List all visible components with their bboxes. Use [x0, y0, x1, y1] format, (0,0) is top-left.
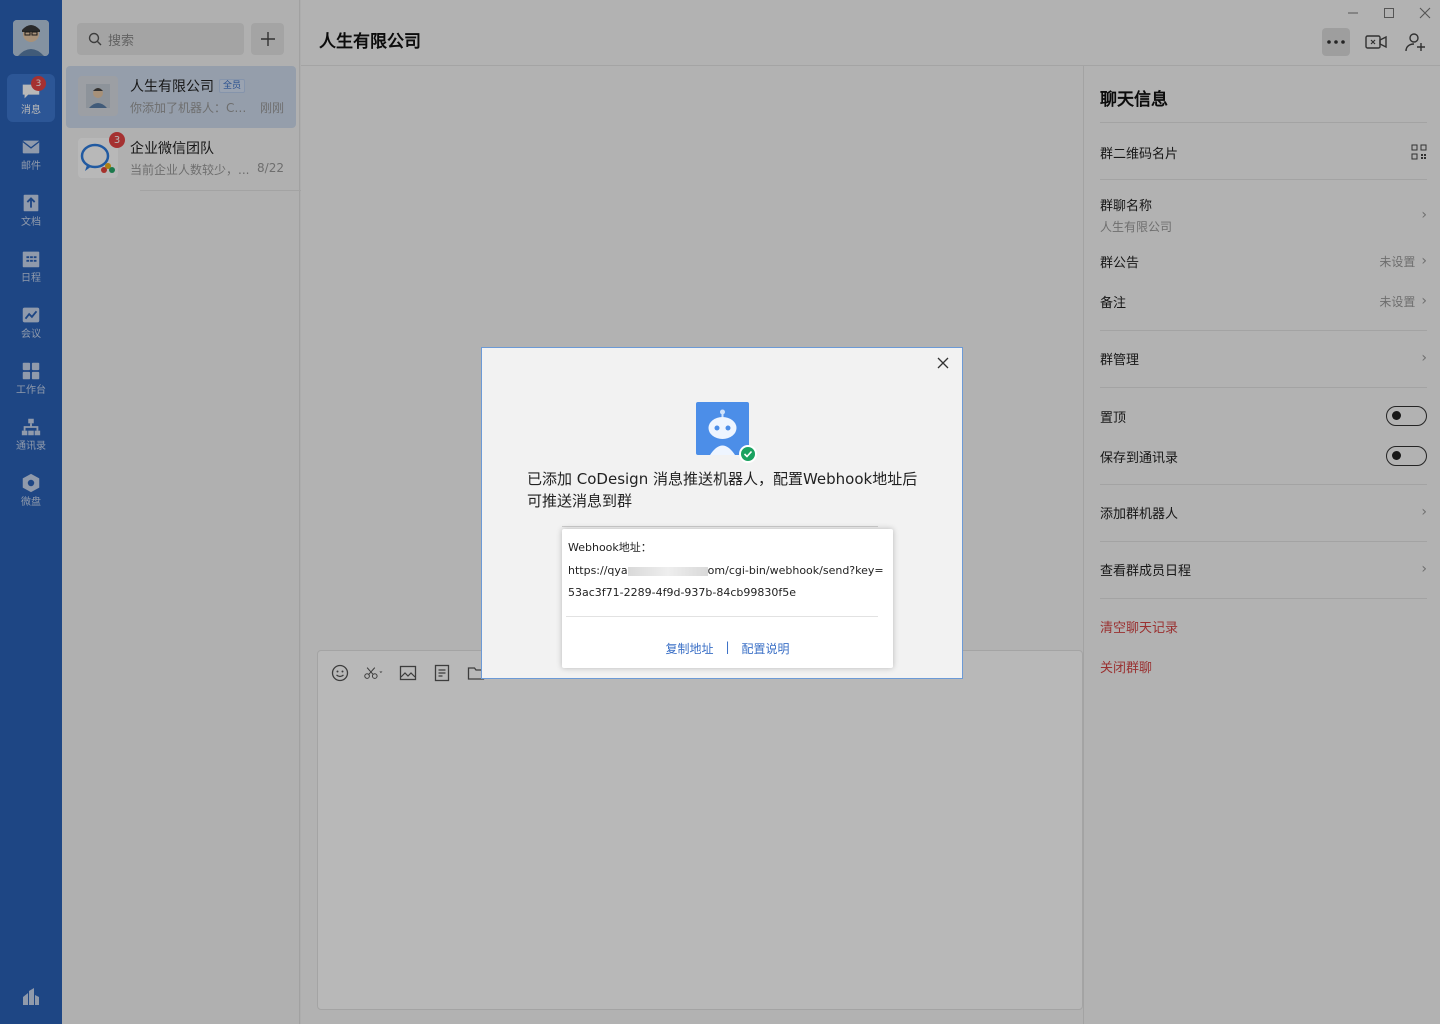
copy-address-link[interactable]: 复制地址 — [665, 640, 713, 657]
divider — [562, 526, 878, 527]
dialog-message: 已添加 CoDesign 消息推送机器人，配置Webhook地址后可推送消息到群 — [527, 470, 918, 510]
divider — [566, 616, 878, 617]
redacted-segment — [627, 566, 708, 576]
webhook-url[interactable]: https://qya om/cgi-bin/webhook/send?key=5… — [568, 560, 886, 604]
separator: | — [725, 640, 730, 654]
webhook-label: Webhook地址： — [568, 541, 652, 554]
config-guide-link[interactable]: 配置说明 — [742, 640, 790, 657]
close-icon[interactable] — [932, 352, 954, 374]
webhook-card: Webhook地址： https://qya om/cgi-bin/webhook… — [562, 529, 893, 668]
webhook-actions: 复制地址 | 配置说明 — [562, 640, 893, 657]
webhook-url-prefix: https://qya — [568, 564, 628, 577]
success-check-icon — [739, 445, 757, 463]
